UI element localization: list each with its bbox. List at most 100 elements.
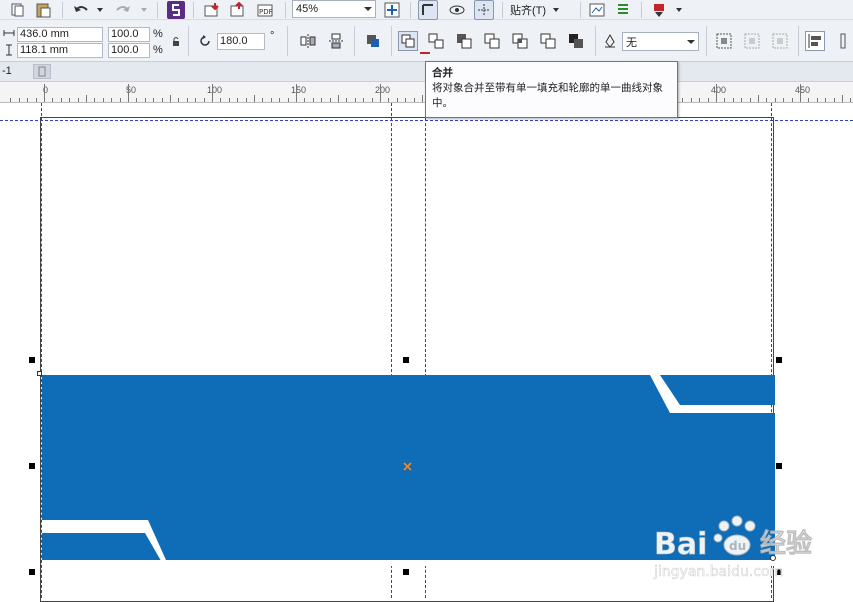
ruler-tick [691,98,692,102]
ruler-tick [304,98,305,102]
mirror-horizontal-button[interactable] [298,31,318,51]
scale-y-field[interactable]: 100.0 [108,43,150,58]
selection-handle[interactable] [403,357,409,363]
outline-pen-icon [603,34,617,48]
ruler-tick [708,98,709,102]
color-management-icon[interactable] [651,1,669,19]
more-options-button[interactable] [833,31,853,51]
chevron-down-icon[interactable] [140,6,148,14]
ruler-tick [36,98,37,102]
search-content-icon[interactable] [167,1,185,19]
scale-x-unit: % [153,28,163,40]
weld-button[interactable] [454,31,474,51]
import-icon[interactable] [203,1,221,19]
red-underline [420,52,430,54]
ruler-tick [170,95,171,102]
object-width-field[interactable]: 436.0 mm [17,27,103,42]
distribute-button[interactable] [770,31,790,51]
combine-button[interactable] [398,31,418,51]
page-tab[interactable] [33,64,51,79]
redo-icon[interactable] [114,1,132,19]
undo-icon[interactable] [72,1,90,19]
chevron-down-icon[interactable] [96,6,104,14]
ruler-tick [111,98,112,102]
ruler-tick [296,84,297,102]
options-icon[interactable] [614,1,632,19]
show-guidelines-icon[interactable] [474,0,494,20]
ruler-tick [229,98,230,102]
ruler-tick [162,98,163,102]
show-rulers-icon[interactable] [418,0,438,20]
scale-y-unit: % [153,44,163,56]
group-objects-button[interactable] [363,31,383,51]
rotation-angle-field[interactable]: 180.0 [217,33,265,50]
ruler-tick [842,95,843,102]
ruler-tick [766,98,767,102]
show-grid-icon[interactable] [448,1,466,19]
ruler-tick [834,98,835,102]
copy-icon[interactable] [8,1,26,19]
ruler-tick [204,98,205,102]
page-tab-label[interactable]: -1 [2,65,12,77]
ruler-tick [363,98,364,102]
export-icon[interactable] [229,1,247,19]
ruler-tick [372,98,373,102]
selection-handle[interactable] [29,357,35,363]
ruler-tick [808,98,809,102]
paste-icon[interactable] [34,1,52,19]
front-minus-back-button[interactable] [566,31,586,51]
ruler-tick [187,98,188,102]
separator [157,2,158,18]
application-launcher-icon[interactable] [588,1,606,19]
degree-symbol: ° [270,30,275,42]
chevron-down-icon[interactable] [675,6,683,14]
intersect-button[interactable] [510,31,530,51]
ruler-tick [422,95,423,102]
baidu-jingyan-watermark-logo: Bai du 经验 jingyan.baidu.com [652,506,852,594]
ruler-tick [405,98,406,102]
align-button[interactable] [742,31,762,51]
selection-handle[interactable] [29,569,35,575]
selection-handle[interactable] [776,463,782,469]
outline-width-combo[interactable]: 无 [622,32,699,51]
ruler-tick [27,98,28,102]
trim-button[interactable] [482,31,502,51]
ruler-tick [279,98,280,102]
ruler-tick [825,98,826,102]
ruler-tick [380,84,381,102]
mirror-vertical-button[interactable] [326,31,346,51]
align-and-distribute-button[interactable] [805,31,825,51]
ruler-tick [153,98,154,102]
separator [193,2,194,18]
selection-handle[interactable] [403,569,409,575]
create-boundary-button[interactable] [714,31,734,51]
ruler-tick [330,98,331,102]
publish-pdf-icon[interactable]: PDF [257,1,275,19]
lock-ratio-icon[interactable] [171,36,181,46]
selection-handle[interactable] [776,357,782,363]
separator [391,26,392,56]
center-marker-icon[interactable] [403,462,412,471]
full-screen-preview-icon[interactable] [383,1,401,19]
simplify-button[interactable] [538,31,558,51]
ruler-tick [800,84,801,102]
ruler-tick [237,98,238,102]
ruler-tick [69,98,70,102]
standard-toolbar: PDF 45% 贴齐(T) [0,0,853,20]
object-height-field[interactable]: 118.1 mm [17,43,103,58]
zoom-level-combo[interactable]: 45% [292,0,376,18]
ruler-tick [19,98,20,102]
ruler-tick [145,98,146,102]
ruler-tick [44,84,45,102]
selection-handle[interactable] [29,463,35,469]
chevron-down-icon[interactable] [364,7,372,11]
chevron-down-icon [553,7,560,12]
break-apart-button[interactable] [426,31,446,51]
ruler-tick [136,98,137,102]
ruler-tick [783,98,784,102]
chevron-down-icon[interactable] [687,39,695,44]
separator [595,26,596,56]
scale-x-field[interactable]: 100.0 [108,27,150,42]
snap-to-menu[interactable]: 贴齐(T) [510,0,574,19]
node-marker[interactable] [37,371,42,376]
